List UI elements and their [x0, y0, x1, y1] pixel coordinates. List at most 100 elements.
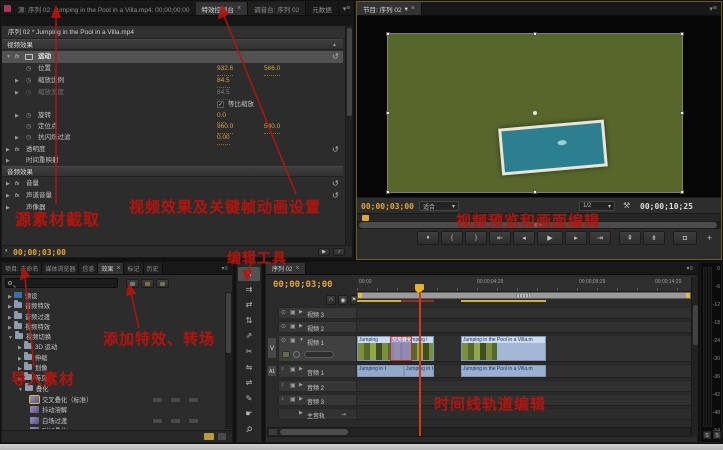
track-lane-video1[interactable]: Jumping Jumping i 交叉叠化 Jumping in the Po… — [357, 335, 691, 362]
sync-lock-icon[interactable]: ▣ — [290, 396, 296, 403]
export-frame-button[interactable]: ◘ — [673, 231, 697, 245]
tool-rate-stretch[interactable]: ⇗ — [238, 329, 260, 343]
tree-folder-audio-effects[interactable]: ▶音频特效 — [4, 302, 224, 312]
scrollbar-thumb[interactable] — [226, 293, 231, 353]
video-effects-header[interactable]: 视频效果▲ — [2, 39, 343, 50]
anchor-point-icon[interactable] — [533, 111, 537, 115]
tab-effect-controls[interactable]: 特效控制台× — [196, 2, 249, 15]
tool-track-select[interactable]: ⇉ — [238, 282, 260, 296]
tree-item-dither-dissolve[interactable]: 抖动溶解 — [4, 405, 224, 415]
toggle-track-output-icon[interactable]: ⊙ — [281, 323, 286, 330]
track-lane-audio2[interactable] — [357, 380, 691, 392]
add-marker-button[interactable]: ♦ — [417, 231, 439, 245]
show-keyframes-icon[interactable] — [293, 351, 300, 358]
transition-cross-dissolve[interactable]: 交叉叠化 — [390, 336, 412, 361]
close-tab-icon[interactable]: × — [116, 265, 120, 272]
step-back-button[interactable]: ◂ — [513, 231, 535, 245]
tool-rolling-edit[interactable]: ⇅ — [238, 313, 260, 327]
effect-controls-scrollbar[interactable] — [345, 26, 352, 245]
mark-out-button[interactable]: } — [465, 231, 487, 245]
tool-razor[interactable]: ✂ — [238, 345, 260, 359]
tab-source-monitor[interactable]: 源: 序列 02: Jumping in the Pool in a Villa… — [12, 2, 196, 15]
transform-handle[interactable] — [680, 32, 684, 36]
timeline-vscrollbar[interactable] — [691, 277, 698, 437]
step-forward-button[interactable]: ▸ — [565, 231, 587, 245]
video-frame[interactable] — [388, 34, 682, 192]
expand-track-icon[interactable]: ▶ — [299, 382, 303, 388]
sync-lock-icon[interactable]: ▣ — [290, 382, 296, 389]
search-input[interactable] — [5, 278, 118, 288]
expand-icon[interactable]: ▶ — [15, 75, 19, 87]
zoom-level-dropdown[interactable]: 适合▾ — [419, 201, 459, 211]
tree-folder-stretch[interactable]: ▶伸缩 — [4, 354, 224, 364]
audio1-target-badge[interactable]: A1 — [267, 365, 277, 377]
scrollbar-thumb[interactable] — [347, 28, 352, 116]
tab-effects[interactable]: 效果× — [98, 263, 124, 274]
toggle-track-audio-icon[interactable]: ♪ — [281, 382, 284, 388]
work-area-bar[interactable] — [357, 292, 691, 299]
work-area-grip[interactable] — [516, 294, 530, 297]
panel-menu-icon[interactable]: ▾≡ — [682, 263, 697, 274]
toggle-track-audio-icon[interactable]: ♪ — [281, 366, 284, 372]
timeline-ruler[interactable]: 00;00 00;00;04;29 00;00;09;29 00;00;14;2… — [357, 277, 691, 292]
scrollbar-thumb[interactable] — [280, 429, 348, 435]
transform-handle[interactable] — [386, 32, 390, 36]
expand-icon[interactable]: ▼ — [6, 51, 11, 63]
transform-handle[interactable] — [680, 111, 684, 115]
tree-folder-presets[interactable]: ▶预设 — [4, 292, 224, 302]
sync-lock-icon[interactable]: ▣ — [290, 366, 296, 373]
tree-item-additive-dissolve[interactable]: 附加叠化 — [4, 426, 224, 429]
work-area-end-handle[interactable] — [686, 293, 690, 298]
tab-metadata[interactable]: 元数据 — [306, 2, 339, 15]
reset-effect-icon[interactable]: ↺ — [332, 190, 339, 202]
collapse-icon[interactable]: ▲ — [332, 40, 337, 51]
panel-menu-icon[interactable]: ▾≡ — [705, 2, 721, 15]
tab-audio-mixer[interactable]: 调音台: 序列 02 — [248, 2, 306, 15]
scrollbar-thumb[interactable] — [693, 305, 698, 345]
close-tab-icon[interactable]: × — [411, 5, 415, 12]
zoom-out-box[interactable] — [269, 429, 277, 435]
expand-track-icon[interactable]: ▶ — [299, 309, 303, 315]
track-lane-video3[interactable] — [357, 307, 691, 319]
go-to-out-button[interactable]: ⇥ — [589, 231, 611, 245]
sync-lock-icon[interactable]: ▣ — [290, 309, 296, 316]
transform-handle[interactable] — [533, 190, 537, 194]
transform-handle[interactable] — [680, 190, 684, 194]
tool-zoom[interactable]: ⚲ — [238, 423, 260, 437]
stopwatch-icon[interactable]: ◷ — [26, 75, 31, 87]
reset-effect-icon[interactable]: ↺ — [332, 51, 339, 63]
toggle-track-output-icon[interactable]: ⊙ — [281, 337, 286, 344]
extract-button[interactable]: ⇟ — [643, 231, 665, 245]
filter-accelerated-button[interactable] — [126, 279, 139, 288]
uniform-scale-checkbox[interactable]: ✓ — [217, 101, 224, 108]
filter-yuv-button[interactable] — [156, 279, 169, 288]
volume-effect-row[interactable]: ▶ fx 音量 ↺ — [2, 178, 343, 190]
audio-effects-header[interactable]: 音频效果 — [2, 166, 343, 177]
set-display-style-icon[interactable] — [282, 351, 290, 358]
transform-handle[interactable] — [533, 32, 537, 36]
play-audio-button[interactable]: ▶ — [318, 248, 330, 256]
expand-track-icon[interactable]: ▶ — [299, 396, 303, 402]
clip-audio-3[interactable]: Jumping in the Pool in a Villa.m — [461, 365, 546, 377]
tool-slip[interactable]: ⇋ — [238, 360, 260, 374]
stopwatch-icon[interactable]: ◷ — [26, 132, 31, 144]
effects-tree-scrollbar[interactable] — [225, 292, 232, 429]
tool-slide[interactable]: ⇌ — [238, 376, 260, 390]
clip-audio-1[interactable]: Jumping in t — [357, 365, 404, 377]
transform-handle[interactable] — [386, 111, 390, 115]
track-lane-video2[interactable] — [357, 321, 691, 333]
tool-hand[interactable]: ☛ — [238, 407, 260, 421]
program-timecode[interactable]: 00;00;03;00 — [361, 202, 414, 211]
work-area-start-handle[interactable] — [358, 293, 362, 298]
playhead-line[interactable] — [419, 292, 421, 436]
lift-button[interactable]: ⇞ — [619, 231, 641, 245]
expand-icon[interactable]: ▶ — [6, 178, 10, 190]
tab-dropdown-icon[interactable]: ▾ — [405, 5, 408, 13]
tab-info[interactable]: 信息 — [79, 263, 98, 274]
sync-lock-icon[interactable]: ▣ — [290, 337, 296, 344]
fit-icon[interactable]: ⇥ — [341, 411, 346, 418]
timeline-timecode[interactable]: 00;00;03;00 — [273, 280, 333, 290]
toggle-audio-units-button[interactable]: ♪ — [333, 248, 345, 256]
tool-selection[interactable]: ↖ — [238, 267, 260, 281]
encore-chapter-marker-button[interactable]: ◉ — [338, 295, 348, 305]
